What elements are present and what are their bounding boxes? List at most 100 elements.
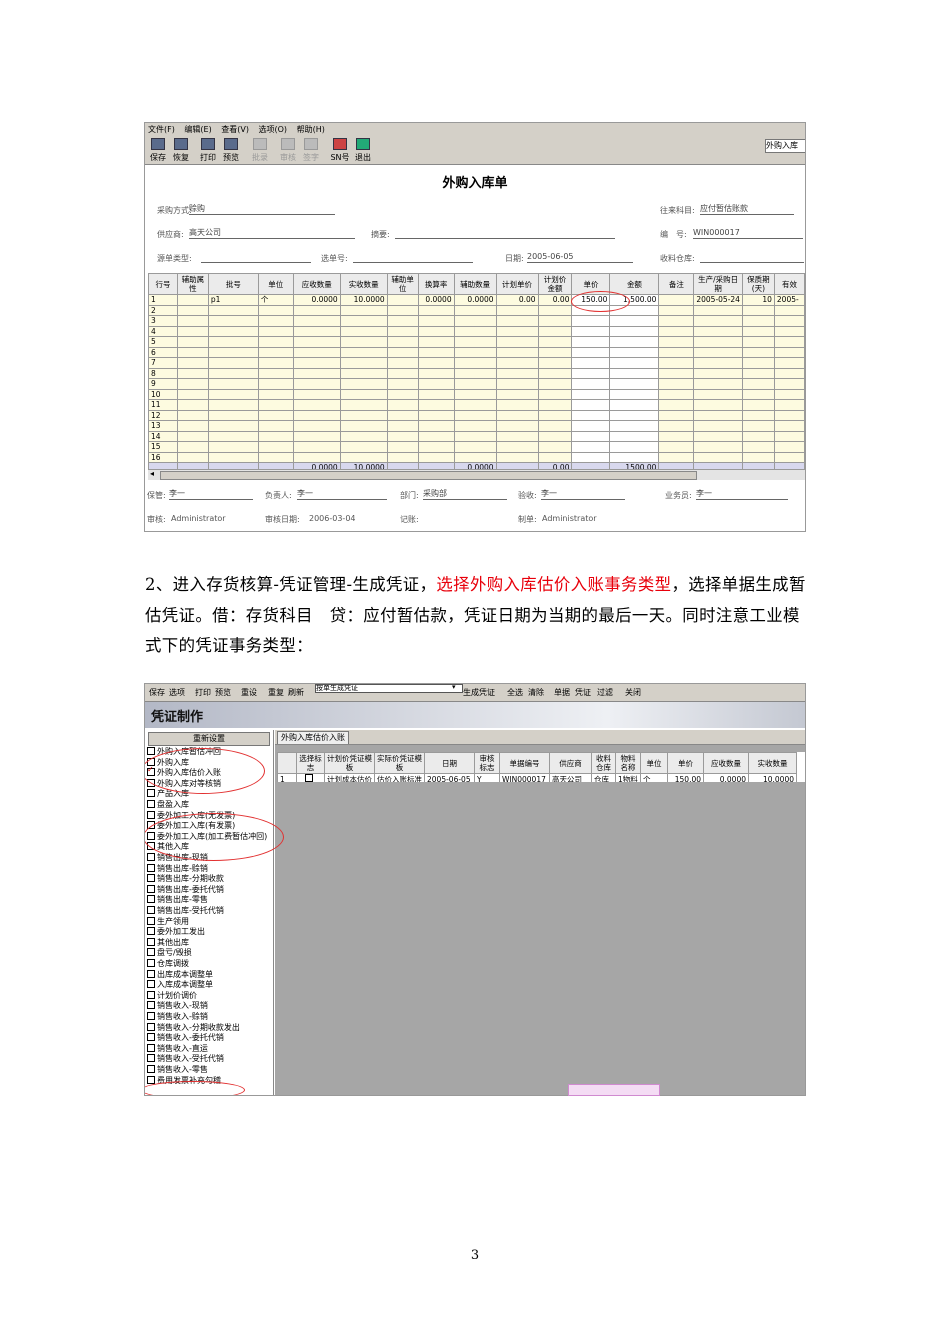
table-cell[interactable] <box>386 315 419 327</box>
reset-settings-button[interactable]: 重新设置 <box>148 732 270 746</box>
table-cell[interactable] <box>609 388 660 400</box>
checkbox-icon[interactable] <box>147 1043 155 1052</box>
table-cell[interactable] <box>207 420 259 432</box>
table-cell[interactable] <box>537 420 573 432</box>
business-type-checkbox[interactable]: 销售收入-受托代销 <box>147 1054 224 1065</box>
table-cell[interactable] <box>495 336 539 348</box>
table-cell[interactable] <box>453 399 497 411</box>
table-cell[interactable] <box>207 304 259 316</box>
table-cell[interactable]: 1物料 <box>615 773 641 782</box>
table-cell[interactable] <box>417 451 455 463</box>
voucher-button[interactable]: 凭证 <box>575 684 591 701</box>
table-cell[interactable] <box>207 315 259 327</box>
table-cell[interactable] <box>658 388 695 400</box>
table-cell[interactable] <box>658 430 695 442</box>
sn-button[interactable]: SN号 <box>328 138 352 163</box>
table-cell[interactable] <box>257 315 294 327</box>
table-cell[interactable] <box>207 378 259 390</box>
table-cell[interactable] <box>292 399 341 411</box>
business-type-checkbox[interactable]: 盘亏/毁损 <box>147 948 192 959</box>
preview-button[interactable]: 预览 <box>219 138 243 163</box>
table-cell[interactable] <box>773 441 805 453</box>
table-cell[interactable] <box>257 441 294 453</box>
table-cell[interactable] <box>339 336 388 348</box>
table-cell[interactable]: 11 <box>148 399 178 411</box>
checkbox-icon[interactable] <box>147 884 155 893</box>
table-cell[interactable] <box>571 451 611 463</box>
table-cell[interactable] <box>658 336 695 348</box>
table-cell[interactable]: 2 <box>148 304 178 316</box>
salesman-field[interactable]: 李一 <box>696 489 788 500</box>
checkbox-icon[interactable] <box>305 774 313 782</box>
table-cell[interactable] <box>658 294 695 306</box>
dept-field[interactable]: 采购部 <box>423 489 507 500</box>
business-type-checkbox[interactable]: 销售收入-直运 <box>147 1043 208 1055</box>
table-cell[interactable] <box>257 378 294 390</box>
table-cell[interactable] <box>693 388 743 400</box>
table-row[interactable]: 6 <box>148 346 805 358</box>
table-cell[interactable] <box>453 378 497 390</box>
table-cell[interactable] <box>176 367 209 379</box>
table-cell[interactable] <box>658 304 695 316</box>
repeat-button[interactable]: 重复 <box>268 684 284 701</box>
table-cell[interactable] <box>453 325 497 337</box>
table-cell[interactable] <box>417 357 455 369</box>
table-cell[interactable] <box>417 399 455 411</box>
table-cell[interactable] <box>386 420 419 432</box>
table-cell[interactable] <box>339 388 388 400</box>
table-cell[interactable]: 仓库 <box>591 773 616 782</box>
table-cell[interactable] <box>571 315 611 327</box>
business-type-checkbox[interactable]: 仓库调拨 <box>147 959 189 970</box>
table-cell[interactable] <box>571 367 611 379</box>
table-cell[interactable]: 1 <box>148 294 178 306</box>
number-field[interactable]: WIN000017 <box>693 228 803 239</box>
table-cell[interactable] <box>417 346 455 358</box>
table-cell[interactable] <box>386 441 419 453</box>
table-cell[interactable] <box>207 399 259 411</box>
table-cell[interactable] <box>495 441 539 453</box>
checkbox-icon[interactable] <box>147 810 155 819</box>
table-cell[interactable] <box>386 325 419 337</box>
table-cell[interactable] <box>495 409 539 421</box>
table-cell[interactable] <box>537 378 573 390</box>
table-cell[interactable] <box>207 346 259 358</box>
table-cell[interactable] <box>537 451 573 463</box>
table-row[interactable]: 8 <box>148 367 805 379</box>
sign-button[interactable]: 签字 <box>299 138 323 163</box>
table-cell[interactable] <box>537 430 573 442</box>
tab-estimated-receipt[interactable]: 外购入库估价入账 <box>277 731 349 744</box>
table-cell[interactable] <box>693 409 743 421</box>
table-cell[interactable] <box>571 388 611 400</box>
business-type-checkbox[interactable]: 销售出库-受托代销 <box>147 906 224 917</box>
table-cell[interactable] <box>417 388 455 400</box>
table-cell[interactable] <box>658 441 695 453</box>
batch-button[interactable]: 批录 <box>248 138 272 163</box>
table-cell[interactable] <box>207 357 259 369</box>
select-checkbox[interactable] <box>296 773 325 782</box>
table-cell[interactable] <box>257 304 294 316</box>
print-button[interactable]: 打印 <box>196 138 220 163</box>
table-cell[interactable]: 0.0000 <box>453 294 497 306</box>
table-cell[interactable] <box>339 357 388 369</box>
table-cell[interactable] <box>658 451 695 463</box>
table-cell[interactable] <box>773 315 805 327</box>
checkbox-icon[interactable] <box>147 895 155 904</box>
table-row[interactable]: 11 <box>148 399 805 411</box>
table-cell[interactable] <box>609 336 660 348</box>
audit-button[interactable]: 审核 <box>276 138 300 163</box>
table-cell[interactable] <box>339 409 388 421</box>
table-cell[interactable] <box>693 357 743 369</box>
menu-view[interactable]: 查看(V) <box>221 125 249 134</box>
table-cell[interactable]: 15 <box>148 441 178 453</box>
table-row[interactable]: 12 <box>148 409 805 421</box>
table-cell[interactable]: 10 <box>741 294 775 306</box>
table-cell[interactable] <box>537 315 573 327</box>
table-cell[interactable] <box>537 388 573 400</box>
table-cell[interactable] <box>537 409 573 421</box>
table-cell[interactable] <box>658 346 695 358</box>
table-cell[interactable] <box>693 325 743 337</box>
checkbox-icon[interactable] <box>147 990 155 999</box>
table-cell[interactable] <box>693 304 743 316</box>
checkbox-icon[interactable] <box>147 937 155 946</box>
table-cell[interactable] <box>386 451 419 463</box>
